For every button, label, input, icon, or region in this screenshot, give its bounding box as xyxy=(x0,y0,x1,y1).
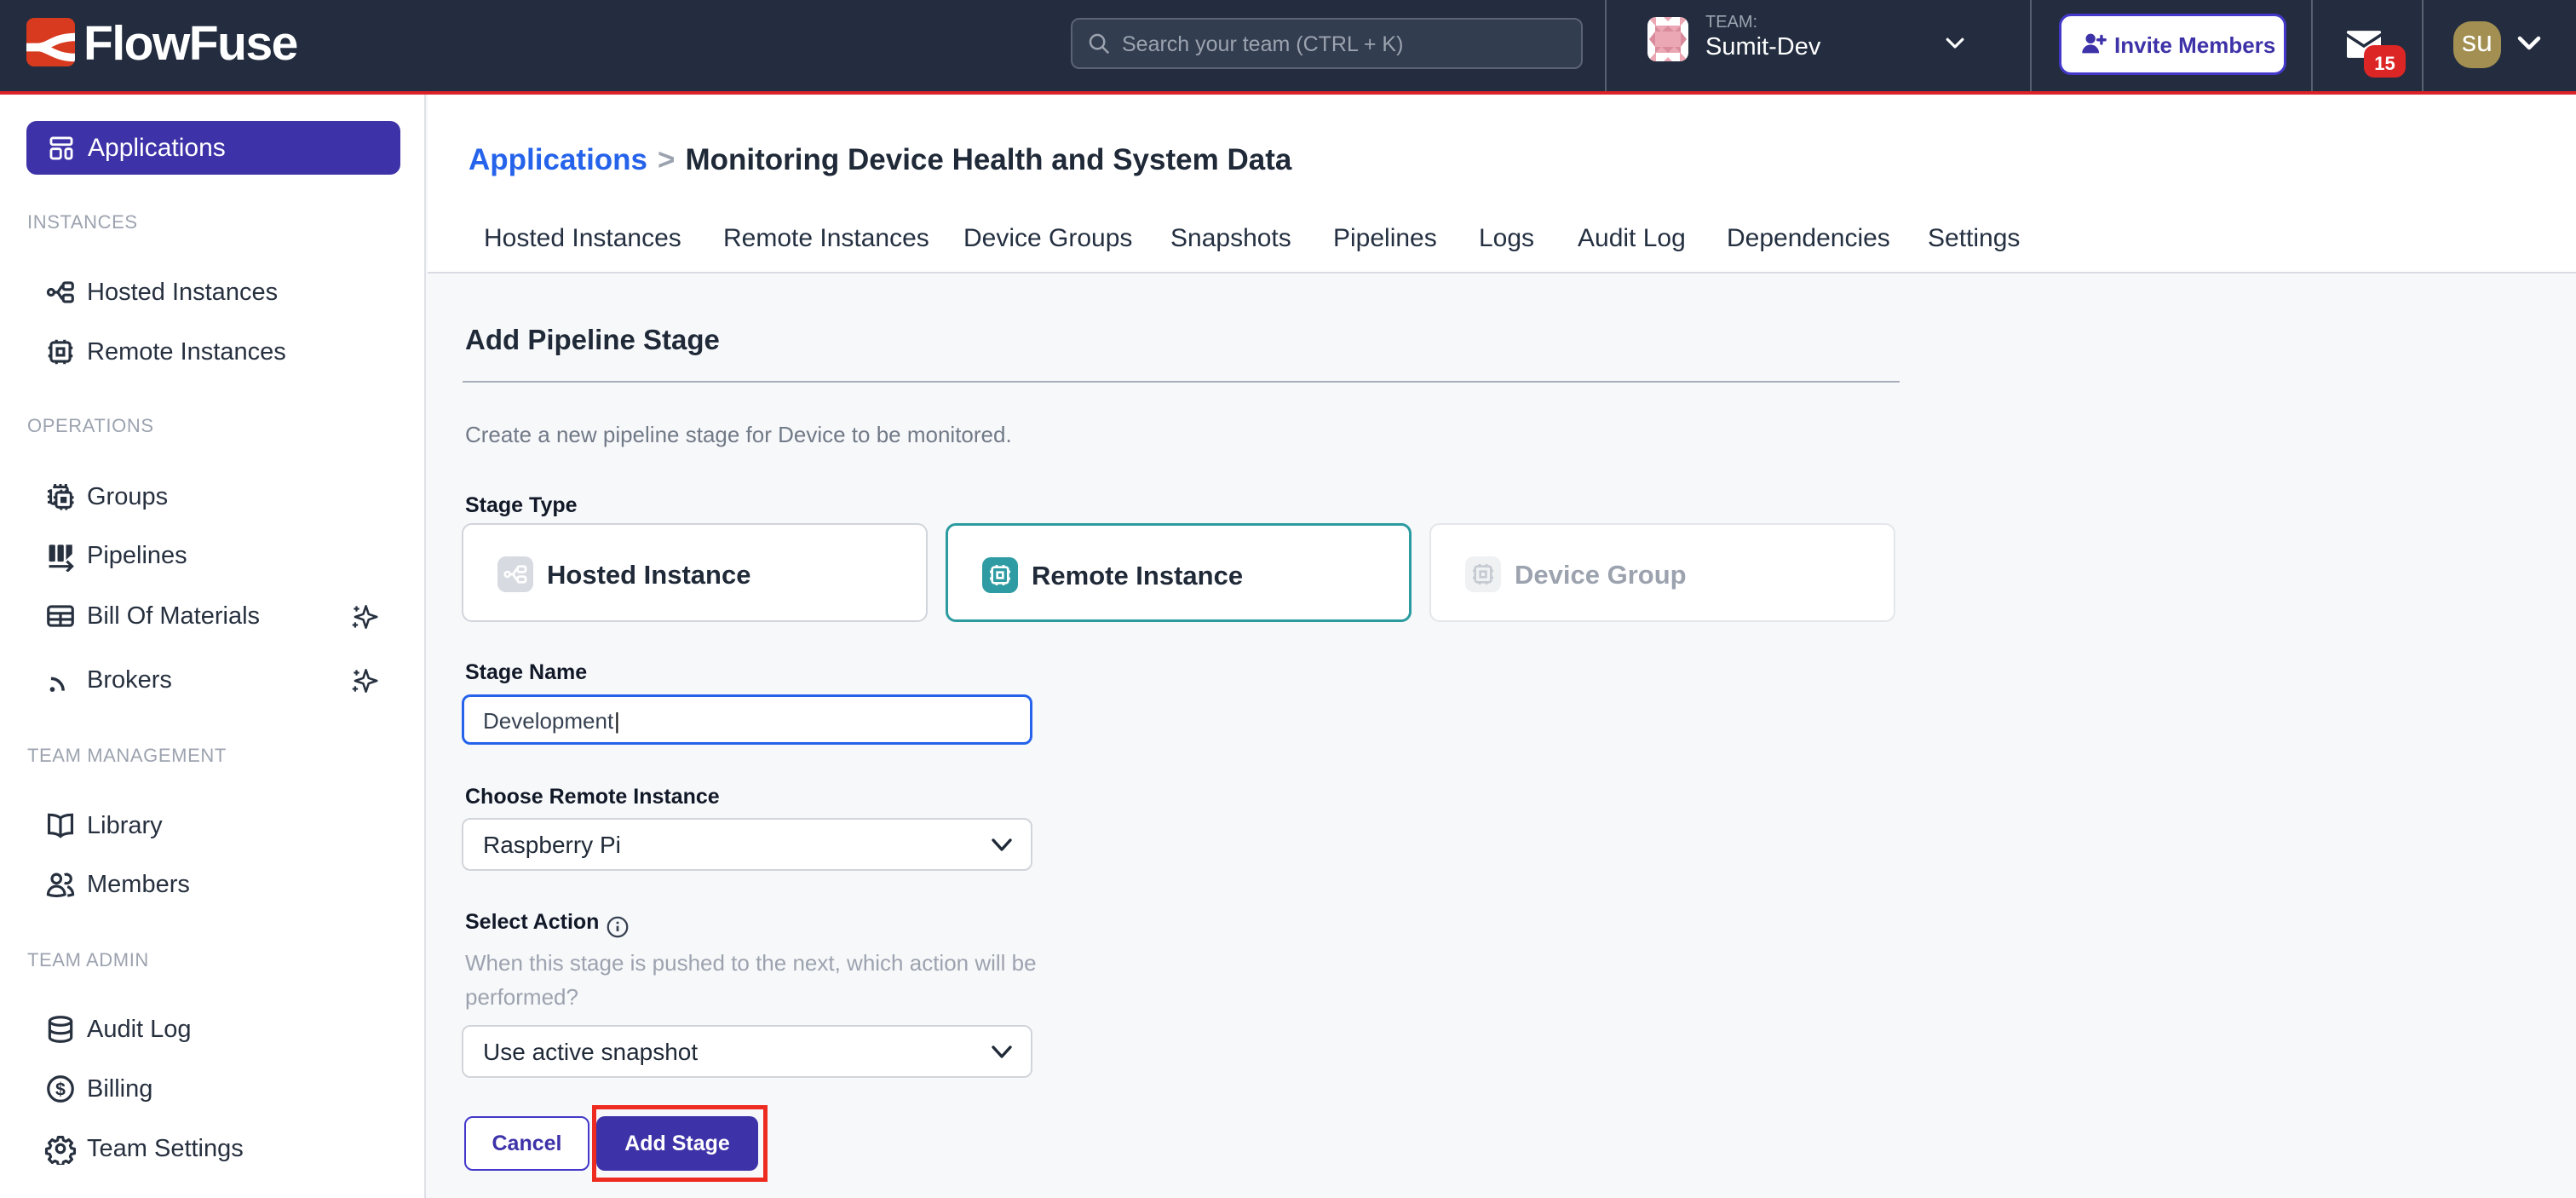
svg-text:$: $ xyxy=(55,1080,66,1100)
